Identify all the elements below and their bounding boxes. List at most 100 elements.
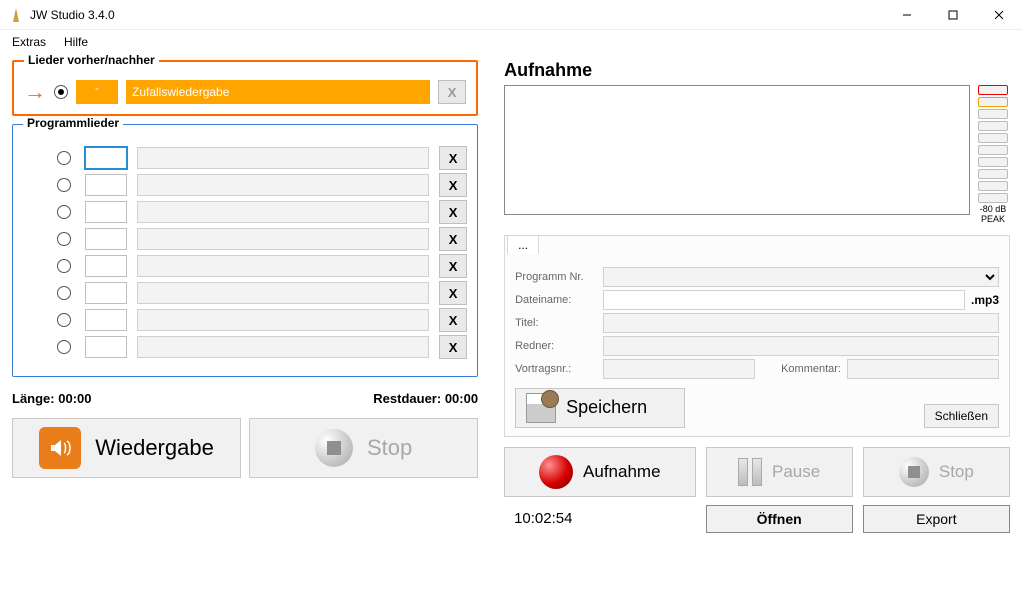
song-row: X — [57, 281, 467, 305]
recording-header: Aufnahme — [504, 60, 1010, 81]
song-title-field[interactable] — [137, 228, 429, 250]
song-row: X — [57, 200, 467, 224]
song-clear-button[interactable]: X — [439, 227, 467, 251]
length-label: Länge: 00:00 — [12, 391, 92, 406]
song-row: X — [57, 308, 467, 332]
save-label: Speichern — [566, 397, 647, 418]
song-title-field[interactable] — [137, 255, 429, 277]
title-input[interactable] — [603, 313, 999, 333]
song-row: X — [57, 146, 467, 170]
details-tab[interactable]: ... — [507, 235, 539, 254]
comment-label: Kommentar: — [781, 363, 841, 375]
songs-before-after-group: Lieder vorher/nachher → - Zufallswiederg… — [12, 60, 478, 116]
song-number-input[interactable] — [85, 255, 127, 277]
talk-nr-label: Vortragsnr.: — [515, 363, 597, 375]
clock: 10:02:54 — [504, 510, 695, 527]
song-clear-button[interactable]: X — [439, 254, 467, 278]
title-bar: JW Studio 3.4.0 — [0, 0, 1022, 30]
program-nr-select[interactable] — [603, 267, 999, 287]
stop-icon — [899, 457, 929, 487]
filename-label: Dateiname: — [515, 294, 597, 306]
pause-icon — [738, 458, 762, 486]
speaker-icon — [39, 427, 81, 469]
close-button[interactable] — [976, 0, 1022, 30]
file-ext: .mp3 — [971, 293, 999, 307]
song-clear-button[interactable]: X — [439, 173, 467, 197]
play-label: Wiedergabe — [95, 435, 214, 461]
song-row: X — [57, 173, 467, 197]
random-number: - — [76, 80, 118, 104]
app-icon — [8, 7, 24, 23]
song-number-input[interactable] — [85, 174, 127, 196]
song-clear-button[interactable]: X — [439, 335, 467, 359]
song-title-field[interactable] — [137, 309, 429, 331]
songs-before-after-legend: Lieder vorher/nachher — [24, 53, 159, 67]
song-number-input[interactable] — [85, 336, 127, 358]
title-label: Titel: — [515, 317, 597, 329]
stop-icon — [315, 429, 353, 467]
song-radio[interactable] — [57, 151, 71, 165]
stop-record-label: Stop — [939, 462, 974, 482]
song-radio[interactable] — [57, 340, 71, 354]
window-title: JW Studio 3.4.0 — [30, 8, 884, 22]
menu-extras[interactable]: Extras — [12, 35, 46, 49]
song-title-field[interactable] — [137, 282, 429, 304]
speaker-label: Redner: — [515, 340, 597, 352]
meter-caption: -80 dB PEAK — [976, 205, 1010, 225]
save-button[interactable]: Speichern — [515, 388, 685, 428]
program-songs-legend: Programmlieder — [23, 116, 123, 130]
maximize-button[interactable] — [930, 0, 976, 30]
song-title-field[interactable] — [137, 174, 429, 196]
minimize-button[interactable] — [884, 0, 930, 30]
song-radio[interactable] — [57, 232, 71, 246]
song-title-field[interactable] — [137, 336, 429, 358]
song-number-input[interactable] — [85, 147, 127, 169]
menu-help[interactable]: Hilfe — [64, 35, 88, 49]
talk-nr-input[interactable] — [603, 359, 755, 379]
song-radio[interactable] — [57, 178, 71, 192]
program-nr-label: Programm Nr. — [515, 271, 597, 283]
song-radio[interactable] — [57, 286, 71, 300]
song-clear-button[interactable]: X — [439, 200, 467, 224]
random-clear-button[interactable]: X — [438, 80, 466, 104]
song-radio[interactable] — [57, 205, 71, 219]
song-clear-button[interactable]: X — [439, 281, 467, 305]
song-row: X — [57, 254, 467, 278]
remaining-label: Restdauer: 00:00 — [373, 391, 478, 406]
song-number-input[interactable] — [85, 201, 127, 223]
waveform-area — [504, 85, 970, 215]
random-radio[interactable] — [54, 85, 68, 99]
speaker-input[interactable] — [603, 336, 999, 356]
close-panel-button[interactable]: Schließen — [924, 404, 999, 428]
random-title: Zufallswiedergabe — [126, 80, 430, 104]
pause-label: Pause — [772, 462, 820, 482]
menu-bar: Extras Hilfe — [0, 30, 1022, 54]
stop-record-button[interactable]: Stop — [863, 447, 1010, 497]
filename-input[interactable] — [603, 290, 965, 310]
program-songs-group: Programmlieder X X X — [12, 124, 478, 377]
level-meter: -80 dB PEAK — [976, 85, 1010, 225]
song-clear-button[interactable]: X — [439, 146, 467, 170]
stop-playback-label: Stop — [367, 435, 412, 461]
song-radio[interactable] — [57, 313, 71, 327]
arrow-right-icon: → — [24, 81, 46, 103]
record-label: Aufnahme — [583, 462, 661, 482]
pause-button[interactable]: Pause — [706, 447, 853, 497]
recording-details-panel: ... Programm Nr. Dateiname: .mp3 Titel: … — [504, 235, 1010, 437]
comment-input[interactable] — [847, 359, 999, 379]
song-number-input[interactable] — [85, 282, 127, 304]
song-row: X — [57, 335, 467, 359]
song-title-field[interactable] — [137, 147, 429, 169]
open-button[interactable]: Öffnen — [706, 505, 853, 533]
song-radio[interactable] — [57, 259, 71, 273]
play-button[interactable]: Wiedergabe — [12, 418, 241, 478]
song-number-input[interactable] — [85, 228, 127, 250]
song-clear-button[interactable]: X — [439, 308, 467, 332]
song-title-field[interactable] — [137, 201, 429, 223]
stop-playback-button[interactable]: Stop — [249, 418, 478, 478]
record-icon — [539, 455, 573, 489]
song-row: X — [57, 227, 467, 251]
record-button[interactable]: Aufnahme — [504, 447, 695, 497]
export-button[interactable]: Export — [863, 505, 1010, 533]
song-number-input[interactable] — [85, 309, 127, 331]
